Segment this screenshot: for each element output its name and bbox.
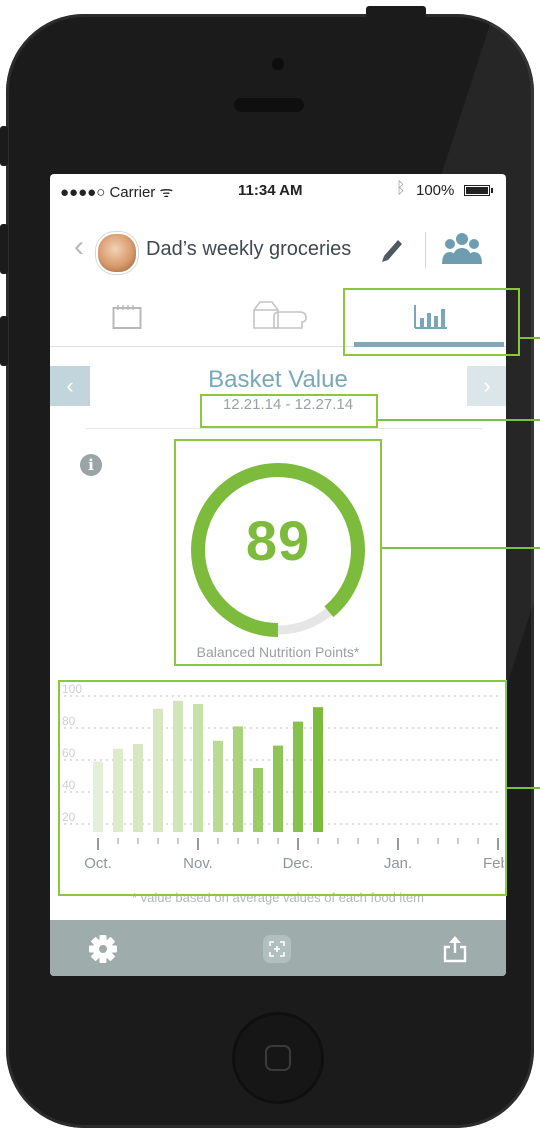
phone-mute-switch (0, 126, 8, 166)
phone-volume-down (0, 316, 8, 366)
bottom-toolbar (50, 920, 506, 976)
highlight-history-chart (58, 680, 507, 896)
home-button[interactable] (232, 1012, 324, 1104)
pencil-icon[interactable] (378, 234, 404, 264)
callout-line-history-chart (507, 787, 540, 789)
callout-line-date-range (378, 419, 540, 421)
status-time: 11:34 AM (238, 182, 303, 199)
front-camera (272, 58, 284, 70)
carrier-label: ●●●●○ Carrier ᯤ (60, 184, 174, 201)
status-bar: ●●●●○ Carrier ᯤ 11:34 AM ᛒ 100% (50, 174, 506, 208)
phone-top-button (366, 6, 426, 18)
scan-icon[interactable] (262, 934, 292, 964)
info-icon[interactable]: i (80, 454, 102, 476)
tab-groceries[interactable] (202, 290, 354, 346)
earpiece-speaker (234, 98, 304, 112)
battery-percent: 100% (416, 182, 455, 199)
back-chevron-icon[interactable]: ‹ (74, 230, 84, 264)
bluetooth-icon: ᛒ (396, 180, 406, 197)
phone-volume-up (0, 224, 8, 274)
highlight-score-gauge (174, 439, 382, 666)
page-title: Dad’s weekly groceries (146, 238, 352, 260)
avatar[interactable] (96, 232, 138, 274)
callout-line-score-gauge (382, 547, 540, 549)
callout-line-chart-tab (520, 337, 540, 339)
home-button-square (265, 1045, 291, 1071)
groceries-icon (253, 301, 307, 329)
calendar-icon (112, 305, 142, 329)
highlight-date-range (200, 394, 378, 428)
nav-bar: ‹ Dad’s weekly groceries (50, 208, 506, 290)
nav-divider (425, 232, 426, 268)
tab-calendar[interactable] (50, 290, 202, 346)
divider (86, 428, 482, 429)
highlight-chart-tab (343, 288, 520, 356)
gear-icon[interactable] (88, 934, 118, 964)
next-week-button[interactable]: › (467, 366, 506, 406)
group-icon[interactable] (442, 232, 482, 266)
share-icon[interactable] (440, 934, 470, 964)
section-title: Basket Value (208, 366, 348, 393)
battery-icon (464, 185, 493, 196)
